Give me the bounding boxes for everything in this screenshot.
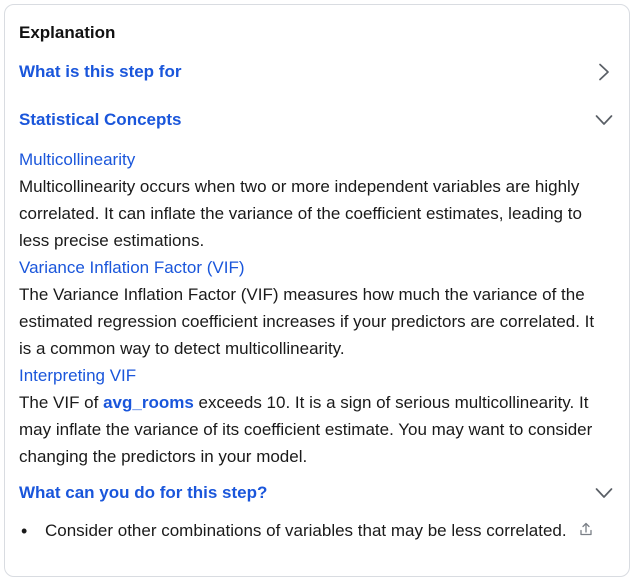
suggestion-text: Consider other combinations of variables… [45,517,593,546]
bullet-icon: • [21,521,28,541]
concepts-list: Multicollinearity Multicollinearity occu… [19,146,605,470]
chevron-right-icon[interactable] [593,61,615,83]
section-what-can-you-do[interactable]: What can you do for this step? [19,482,615,504]
suggestion-label: Consider other combinations of variables… [45,521,567,540]
concept-text: The Variance Inflation Factor (VIF) meas… [19,285,595,358]
section-what-is-this-step-for[interactable]: What is this step for [19,61,615,83]
text-segment: The VIF of [19,393,104,412]
concept-link-interpreting-vif[interactable]: Interpreting VIF [19,362,605,389]
concept-link-vif[interactable]: Variance Inflation Factor (VIF) [19,254,605,281]
section-title: Statistical Concepts [19,110,182,129]
concept-link-multicollinearity[interactable]: Multicollinearity [19,146,605,173]
panel-title: Explanation [19,23,116,42]
variable-name[interactable]: avg_rooms [103,393,194,412]
share-icon[interactable] [579,518,593,546]
suggestions-list: • Consider other combinations of variabl… [19,517,599,546]
section-title: What can you do for this step? [19,483,268,502]
concept-text: Multicollinearity occurs when two or mor… [19,177,582,250]
explanation-panel: Explanation What is this step for Statis… [4,4,630,577]
section-statistical-concepts[interactable]: Statistical Concepts [19,109,615,131]
list-item: • Consider other combinations of variabl… [19,517,599,546]
chevron-down-icon[interactable] [593,109,615,131]
section-title: What is this step for [19,62,182,81]
concept-text: The VIF of avg_rooms exceeds 10. It is a… [19,389,605,470]
chevron-down-icon[interactable] [593,482,615,504]
